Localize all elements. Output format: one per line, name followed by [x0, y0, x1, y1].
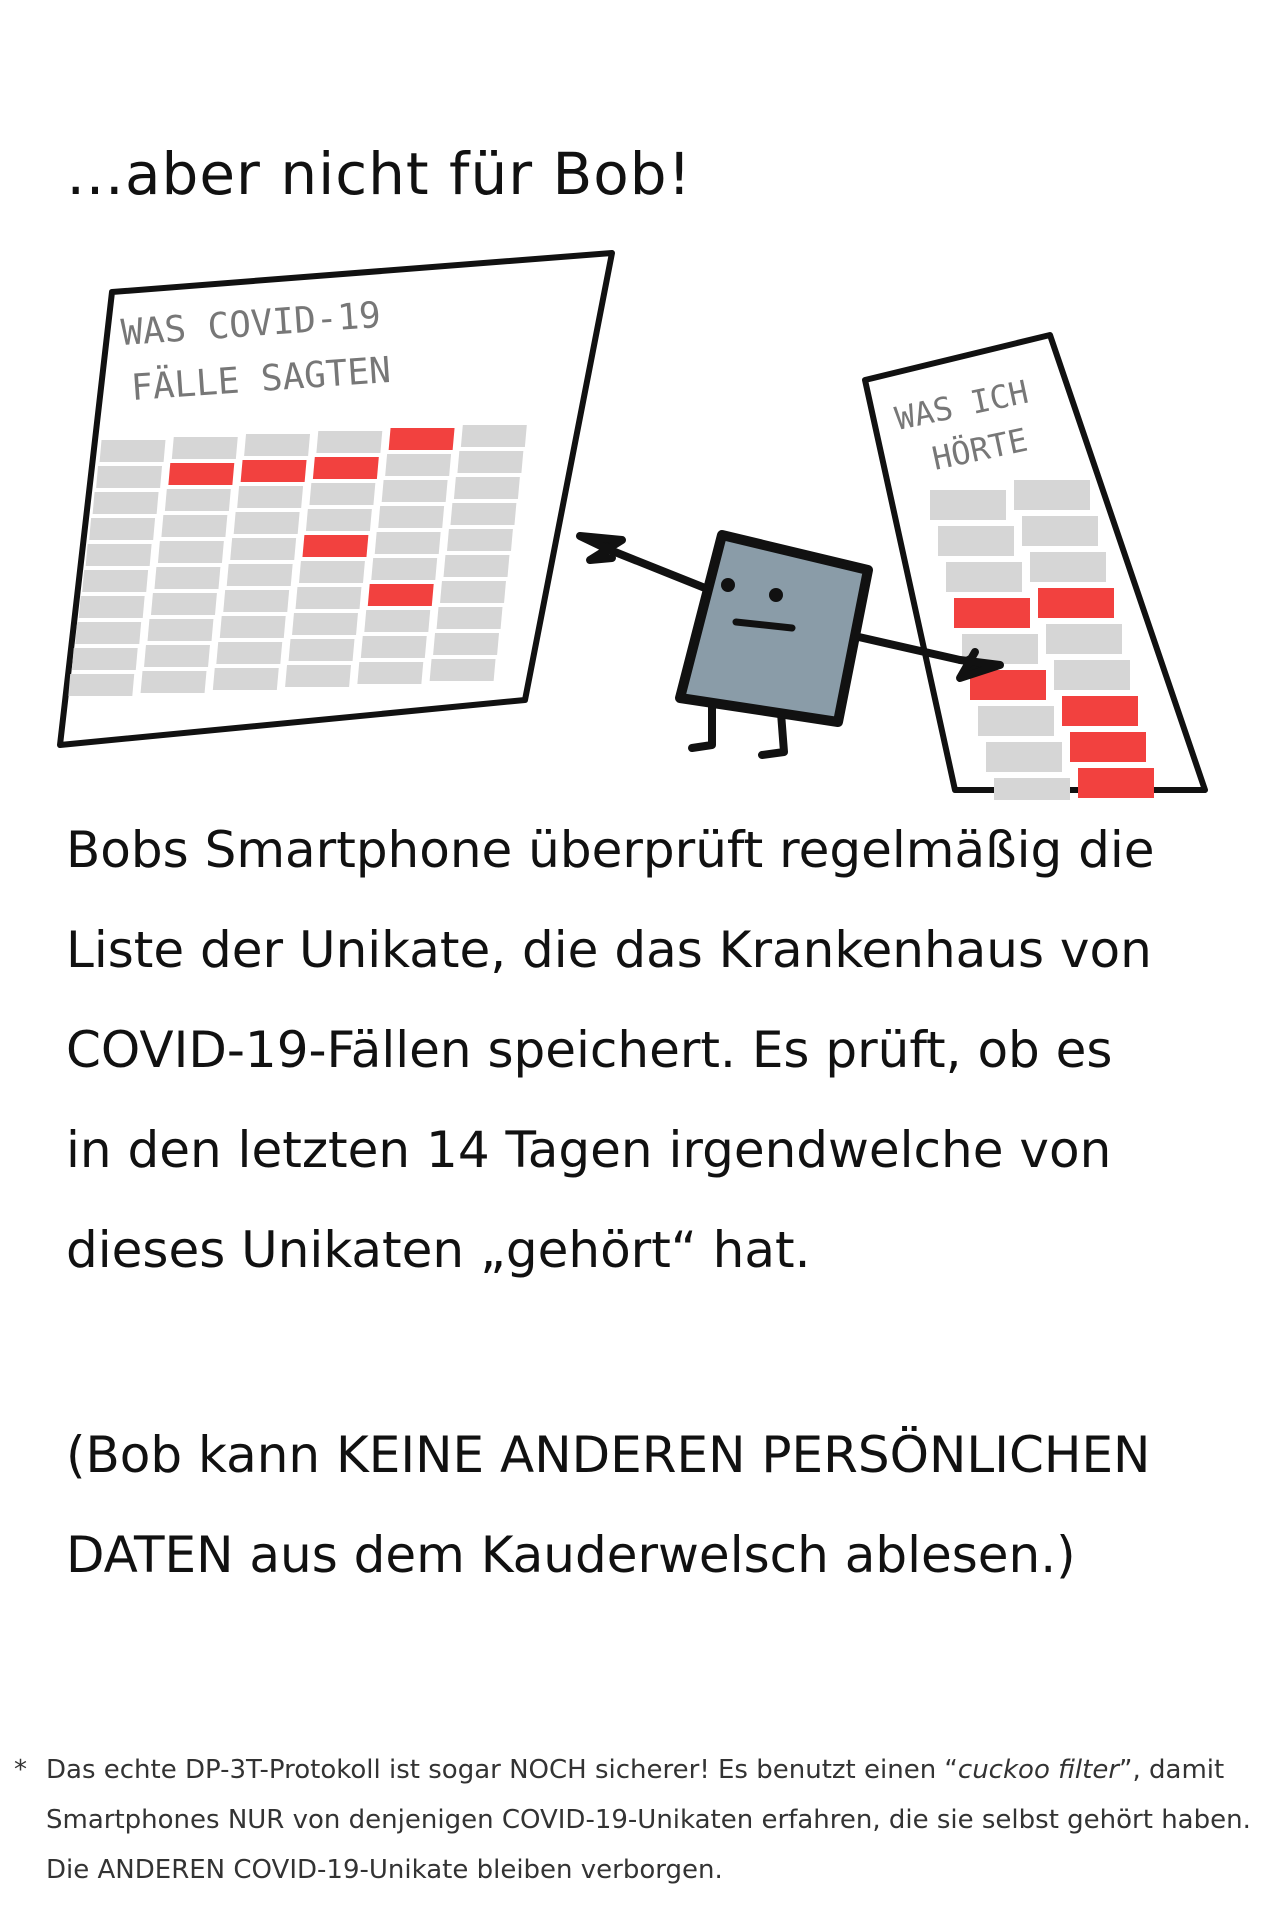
- grid-cell: [219, 616, 286, 638]
- footnote-before: Das echte DP-3T-Protokoll ist sogar NOCH…: [46, 1755, 958, 1785]
- footnote: * Das echte DP-3T-Protokoll ist sogar NO…: [14, 1745, 1264, 1895]
- footnote-text: Das echte DP-3T-Protokoll ist sogar NOCH…: [14, 1745, 1264, 1895]
- grid-cell: [292, 613, 358, 635]
- grid-cell: [357, 662, 424, 684]
- note-paragraph: (Bob kann KEINE ANDEREN PERSÖNLICHEN DAT…: [66, 1426, 1151, 1584]
- grid-cell: [460, 425, 527, 447]
- grid-cell: [147, 619, 214, 641]
- grid-cell: [92, 492, 159, 514]
- grid-cell: [164, 489, 231, 511]
- grid-cell: [371, 558, 438, 580]
- grid-cell: [99, 440, 166, 462]
- grid-cell: [986, 742, 1062, 772]
- grid-cell: [436, 607, 503, 629]
- grid-cell: [157, 541, 224, 563]
- footnote-term: cuckoo filter: [957, 1755, 1120, 1785]
- grid-cell: [1046, 624, 1122, 654]
- grid-cell: [433, 633, 500, 655]
- grid-cell: [140, 671, 207, 693]
- grid-cell: [154, 567, 221, 589]
- grid-cell: [295, 587, 362, 609]
- grid-cell: [1022, 516, 1098, 546]
- grid-cell: [298, 561, 365, 583]
- grid-cell: [978, 706, 1054, 736]
- grid-cell: [930, 490, 1006, 520]
- grid-cell: [161, 515, 228, 537]
- grid-cell: [946, 562, 1022, 592]
- grid-cell: [288, 639, 355, 661]
- grid-cell: [938, 526, 1014, 556]
- grid-cell: [71, 648, 138, 670]
- grid-cell: [82, 570, 149, 592]
- grid-cell: [309, 483, 376, 505]
- grid-cell: [226, 564, 293, 586]
- body-paragraph: Bobs Smartphone überprüft regelmäßig die…: [66, 821, 1155, 1279]
- grid-cell: [216, 642, 283, 664]
- grid-cell: [378, 506, 445, 528]
- grid-cell-red: [240, 460, 307, 482]
- grid-cell-red: [1078, 768, 1154, 798]
- grid-cell-red: [1038, 588, 1114, 618]
- grid-cell: [1054, 660, 1130, 690]
- grid-cell-red: [1070, 732, 1146, 762]
- grid-cell: [230, 538, 297, 560]
- grid-cell: [385, 454, 452, 476]
- grid-cell: [78, 596, 145, 618]
- grid-cell: [75, 622, 142, 644]
- grid-cell: [144, 645, 210, 667]
- grid-cell: [212, 668, 279, 690]
- poster-heard: WAS ICH HÖRTE: [862, 332, 1208, 800]
- grid-cell: [440, 581, 506, 603]
- grid-cell: [453, 477, 520, 499]
- grid-cell: [1030, 552, 1106, 582]
- grid-cell: [68, 674, 135, 696]
- grid-cell: [85, 544, 152, 566]
- grid-cell: [237, 486, 304, 508]
- grid-cell: [429, 659, 496, 681]
- footnote-marker: *: [14, 1755, 27, 1785]
- grid-cell: [150, 593, 217, 615]
- grid-cell: [450, 503, 517, 525]
- grid-cell-red: [312, 457, 379, 479]
- grid-cell: [446, 529, 513, 551]
- grid-cell: [223, 590, 290, 612]
- grid-cell: [89, 518, 156, 540]
- poster-covid-cases: WAS COVID-19 FÄLLE SAGTEN: [57, 250, 615, 748]
- grid-cell: [171, 437, 238, 459]
- grid-cell: [994, 778, 1070, 800]
- grid-cell: [374, 532, 441, 554]
- grid-cell: [316, 431, 383, 453]
- grid-cell-red: [168, 463, 235, 485]
- grid-cell: [381, 480, 448, 502]
- grid-cell: [244, 434, 311, 456]
- grid-cell: [364, 610, 431, 632]
- grid-cell: [457, 451, 524, 473]
- grid-cell-red: [1062, 696, 1138, 726]
- grid-cell-red: [388, 428, 455, 450]
- grid-cell: [360, 636, 427, 658]
- grid-cell: [233, 512, 300, 534]
- illustration: WAS COVID-19 FÄLLE SAGTEN WAS ICH HÖRTE: [57, 250, 1208, 800]
- grid-cell-red: [367, 584, 434, 606]
- grid-cell: [443, 555, 510, 577]
- grid-cell: [96, 466, 163, 488]
- grid-cell: [1014, 480, 1090, 510]
- grid-cell: [305, 509, 372, 531]
- grid-cell-red: [954, 598, 1030, 628]
- grid-cell-red: [302, 535, 369, 557]
- grid-cell: [285, 665, 352, 687]
